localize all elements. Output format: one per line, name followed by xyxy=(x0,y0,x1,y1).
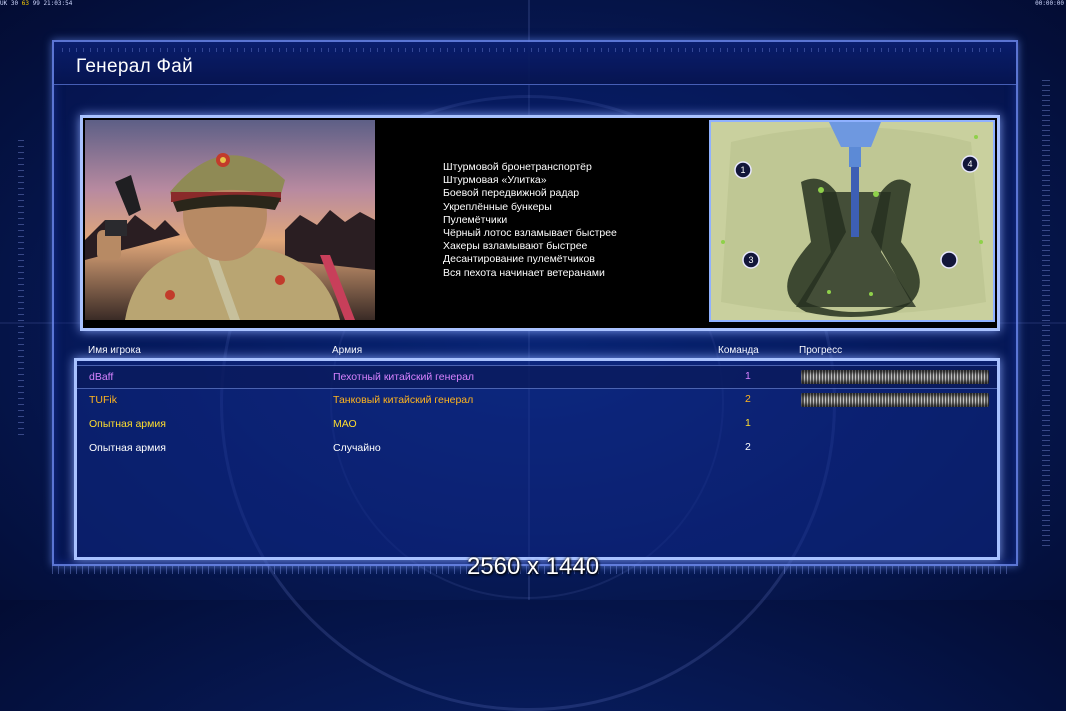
general-feature-list: Штурмовой бронетранспортёр Штурмовая «Ул… xyxy=(443,161,617,280)
ruler-top xyxy=(62,48,1002,52)
player-army: МАО xyxy=(333,418,357,430)
feature-item: Десантирование пулемётчиков xyxy=(443,253,595,266)
minimap: 1 4 3 xyxy=(709,120,995,322)
general-info-panel: Штурмовой бронетранспортёр Штурмовая «Ул… xyxy=(80,115,1000,331)
feature-item: Штурмовой бронетранспортёр xyxy=(443,161,592,173)
header-progress: Прогресс xyxy=(799,345,843,356)
table-row: Опытная армия Случайно 2 xyxy=(77,437,997,459)
hud-clock: 00:00:00 xyxy=(1035,0,1064,7)
feature-item: Боевой передвижной радар xyxy=(443,187,580,200)
table-row: Опытная армия МАО 1 xyxy=(77,413,997,435)
player-army: Случайно xyxy=(333,442,381,454)
player-team: 2 xyxy=(745,441,751,453)
hud-value-b: 99 xyxy=(32,0,40,7)
progress-bar xyxy=(801,370,989,384)
feature-item: Хакеры взламывают быстрее xyxy=(443,240,588,253)
feature-item: Укреплённые бункеры xyxy=(443,200,552,213)
player-name: TUFik xyxy=(89,394,117,406)
feature-item: Вся пехота начинает ветеранами xyxy=(443,266,605,279)
header-player-name: Имя игрока xyxy=(88,345,141,356)
start-position-3: 3 xyxy=(742,251,760,269)
player-name: Опытная армия xyxy=(89,418,166,430)
general-portrait xyxy=(85,120,375,320)
ruler-left xyxy=(18,140,24,440)
hud-stats: UK 30 63 99 21:03:54 xyxy=(0,0,72,7)
window-title: Генерал Фай xyxy=(76,56,194,77)
player-team: 2 xyxy=(745,393,751,405)
loading-window: Генерал Фай Штурмовой бронетранспортёр Ш… xyxy=(52,40,1018,566)
feature-item: Чёрный лотос взламывает быстрее xyxy=(443,227,617,240)
table-row: TUFik Танковый китайский генерал 2 xyxy=(77,389,997,411)
player-table: dBaff Пехотный китайский генерал 1 TUFik… xyxy=(74,358,1000,560)
player-team: 1 xyxy=(745,370,751,382)
ruler-right xyxy=(1042,80,1050,550)
start-position-4: 4 xyxy=(961,155,979,173)
table-row: dBaff Пехотный китайский генерал 1 xyxy=(77,365,997,389)
player-team: 1 xyxy=(745,417,751,429)
header-team: Команда xyxy=(718,345,759,356)
progress-bar xyxy=(801,393,989,407)
hud-fps: 30 xyxy=(10,0,19,7)
svg-text:3: 3 xyxy=(748,255,753,265)
svg-text:4: 4 xyxy=(967,159,972,169)
hud-region: UK xyxy=(0,0,8,7)
header-army: Армия xyxy=(332,345,363,356)
hud-time: 21:03:54 xyxy=(43,0,73,7)
start-position-1: 1 xyxy=(734,161,752,179)
minimap-image: 1 4 3 xyxy=(711,122,993,320)
start-position-2 xyxy=(940,251,958,269)
player-name: Опытная армия xyxy=(89,442,166,454)
resolution-overlay: 2560 x 1440 xyxy=(466,553,600,580)
general-portrait-image xyxy=(85,120,375,320)
svg-text:1: 1 xyxy=(740,165,745,175)
feature-item: Пулемётчики xyxy=(443,213,508,226)
player-name: dBaff xyxy=(89,371,114,383)
player-army: Пехотный китайский генерал xyxy=(333,371,475,383)
player-army: Танковый китайский генерал xyxy=(333,394,474,406)
hud-value-a: 63 xyxy=(21,0,29,7)
feature-item: Штурмовая «Улитка» xyxy=(443,174,547,187)
